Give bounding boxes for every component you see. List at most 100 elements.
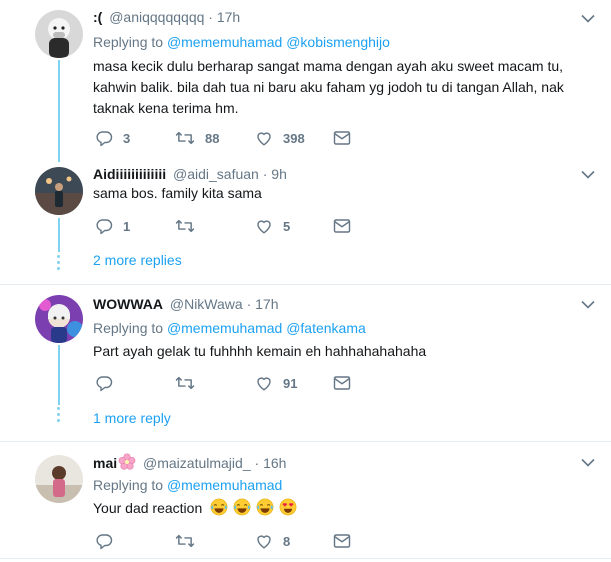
tweet-maizatulmajid[interactable]: mai @maizatulmajid_ · 16h Replying to @m… xyxy=(0,442,611,562)
retweet-icon xyxy=(175,534,195,548)
tweet-header: Aidiiiiiiiiiiiii @aidi_safuan · 9h xyxy=(93,165,287,183)
like-count: 91 xyxy=(283,375,298,391)
heart-eyes-emoji-icon xyxy=(279,498,297,516)
heart-icon xyxy=(257,377,271,391)
tweet-actions: 8 xyxy=(93,531,363,551)
like-button[interactable]: 91 xyxy=(255,373,297,393)
avatar[interactable] xyxy=(35,167,83,215)
reply-button[interactable]: 1 xyxy=(95,216,130,236)
retweet-button[interactable]: 88 xyxy=(175,128,219,148)
mention-link[interactable]: @fatenkama xyxy=(286,320,366,336)
retweet-icon xyxy=(175,219,195,233)
replying-to: Replying to @mememuhamad xyxy=(93,476,282,494)
like-count: 5 xyxy=(283,218,291,234)
reply-count: 3 xyxy=(123,130,131,146)
reply-icon xyxy=(96,131,113,147)
chevron-down-icon[interactable] xyxy=(581,458,595,468)
like-count: 398 xyxy=(283,130,305,146)
replying-to-label: Replying to xyxy=(93,34,164,50)
thread-line xyxy=(58,218,60,252)
tweet-text: Part ayah gelak tu fuhhhh kemain eh hahh… xyxy=(93,343,427,359)
cherry-blossom-icon xyxy=(118,453,136,470)
direct-message-button[interactable] xyxy=(333,128,351,148)
like-count: 8 xyxy=(283,533,291,549)
timestamp[interactable]: 17h xyxy=(255,296,278,312)
like-button[interactable]: 5 xyxy=(255,216,290,236)
heart-icon xyxy=(257,535,271,549)
tweet-nikwawa[interactable]: WOWWAA @NikWawa · 17h Replying to @memem… xyxy=(0,285,611,440)
avatar[interactable] xyxy=(35,295,83,343)
divider xyxy=(0,558,611,559)
thread-line xyxy=(58,345,60,405)
tweet-aniqqqqqqqq[interactable]: :( @aniqqqqqqqq · 17h Replying to @memem… xyxy=(0,0,611,162)
timestamp[interactable]: 9h xyxy=(271,166,287,182)
display-name[interactable]: mai xyxy=(93,455,117,471)
tears-of-joy-emoji-icon xyxy=(233,498,251,516)
reply-button[interactable]: 3 xyxy=(95,128,130,148)
reply-count: 1 xyxy=(123,218,131,234)
retweet-count: 88 xyxy=(205,130,220,146)
thread-dots xyxy=(57,255,61,273)
display-name[interactable]: WOWWAA xyxy=(93,296,163,312)
envelope-icon xyxy=(333,131,351,145)
mention-link[interactable]: @mememuhamad xyxy=(167,34,282,50)
chevron-down-icon[interactable] xyxy=(581,300,595,310)
reply-icon xyxy=(96,376,113,392)
tweet-header: WOWWAA @NikWawa · 17h xyxy=(93,295,279,313)
timestamp[interactable]: 16h xyxy=(263,455,286,471)
reply-icon xyxy=(96,219,113,235)
like-button[interactable]: 398 xyxy=(255,128,305,148)
retweet-button[interactable] xyxy=(175,373,205,393)
display-name[interactable]: Aidiiiiiiiiiiiii xyxy=(93,166,166,182)
replying-to-label: Replying to xyxy=(93,477,164,493)
separator-dot: · xyxy=(208,9,213,25)
separator-dot: · xyxy=(246,296,252,312)
mention-link[interactable]: @mememuhamad xyxy=(167,477,282,493)
tweet-header: :( @aniqqqqqqqq · 17h xyxy=(93,8,240,26)
reply-button[interactable] xyxy=(95,373,123,393)
heart-icon xyxy=(257,132,271,146)
show-more-replies-link[interactable]: 1 more reply xyxy=(93,410,171,426)
tweet-text: masa kecik dulu berharap sangat mama den… xyxy=(93,58,564,116)
tears-of-joy-emoji-icon xyxy=(210,498,228,516)
tweet-text: sama bos. family kita sama xyxy=(93,185,262,201)
envelope-icon xyxy=(333,219,351,233)
retweet-button[interactable] xyxy=(175,216,205,236)
direct-message-button[interactable] xyxy=(333,531,351,551)
replying-to: Replying to @mememuhamad @kobismenghijo xyxy=(93,33,390,51)
retweet-icon xyxy=(175,376,195,390)
username[interactable]: @maizatulmajid_ xyxy=(143,455,251,471)
username[interactable]: @aniqqqqqqqq xyxy=(109,9,204,25)
username[interactable]: @aidi_safuan xyxy=(173,166,259,182)
replying-to: Replying to @mememuhamad @fatenkama xyxy=(93,319,366,337)
direct-message-button[interactable] xyxy=(333,373,351,393)
thread-line xyxy=(58,60,60,162)
display-name[interactable]: :( xyxy=(93,9,102,25)
tweet-text: Your dad reaction xyxy=(93,498,573,519)
retweet-button[interactable] xyxy=(175,531,205,551)
tears-of-joy-emoji-icon xyxy=(256,498,274,516)
retweet-icon xyxy=(175,131,195,145)
tweet-aidi-safuan[interactable]: Aidiiiiiiiiiiiii @aidi_safuan · 9h sama … xyxy=(0,162,611,282)
timestamp[interactable]: 17h xyxy=(217,9,240,25)
direct-message-button[interactable] xyxy=(333,216,351,236)
separator-dot: · xyxy=(254,455,260,471)
envelope-icon xyxy=(333,534,351,548)
avatar[interactable] xyxy=(35,10,83,58)
mention-link[interactable]: @mememuhamad xyxy=(167,320,282,336)
reply-button[interactable] xyxy=(95,531,123,551)
tweet-actions: 3 88 398 xyxy=(93,128,363,148)
chevron-down-icon[interactable] xyxy=(581,14,595,24)
mention-link[interactable]: @kobismenghijo xyxy=(286,34,390,50)
username[interactable]: @NikWawa xyxy=(170,296,243,312)
thread-dots xyxy=(57,407,61,425)
chevron-down-icon[interactable] xyxy=(581,170,595,180)
like-button[interactable]: 8 xyxy=(255,531,290,551)
tweet-header: mai @maizatulmajid_ · 16h xyxy=(93,453,286,472)
reply-icon xyxy=(96,534,113,550)
tweet-actions: 1 5 xyxy=(93,216,363,236)
heart-icon xyxy=(257,220,271,234)
separator-dot: · xyxy=(262,166,268,182)
avatar[interactable] xyxy=(35,455,83,503)
show-more-replies-link[interactable]: 2 more replies xyxy=(93,252,182,268)
